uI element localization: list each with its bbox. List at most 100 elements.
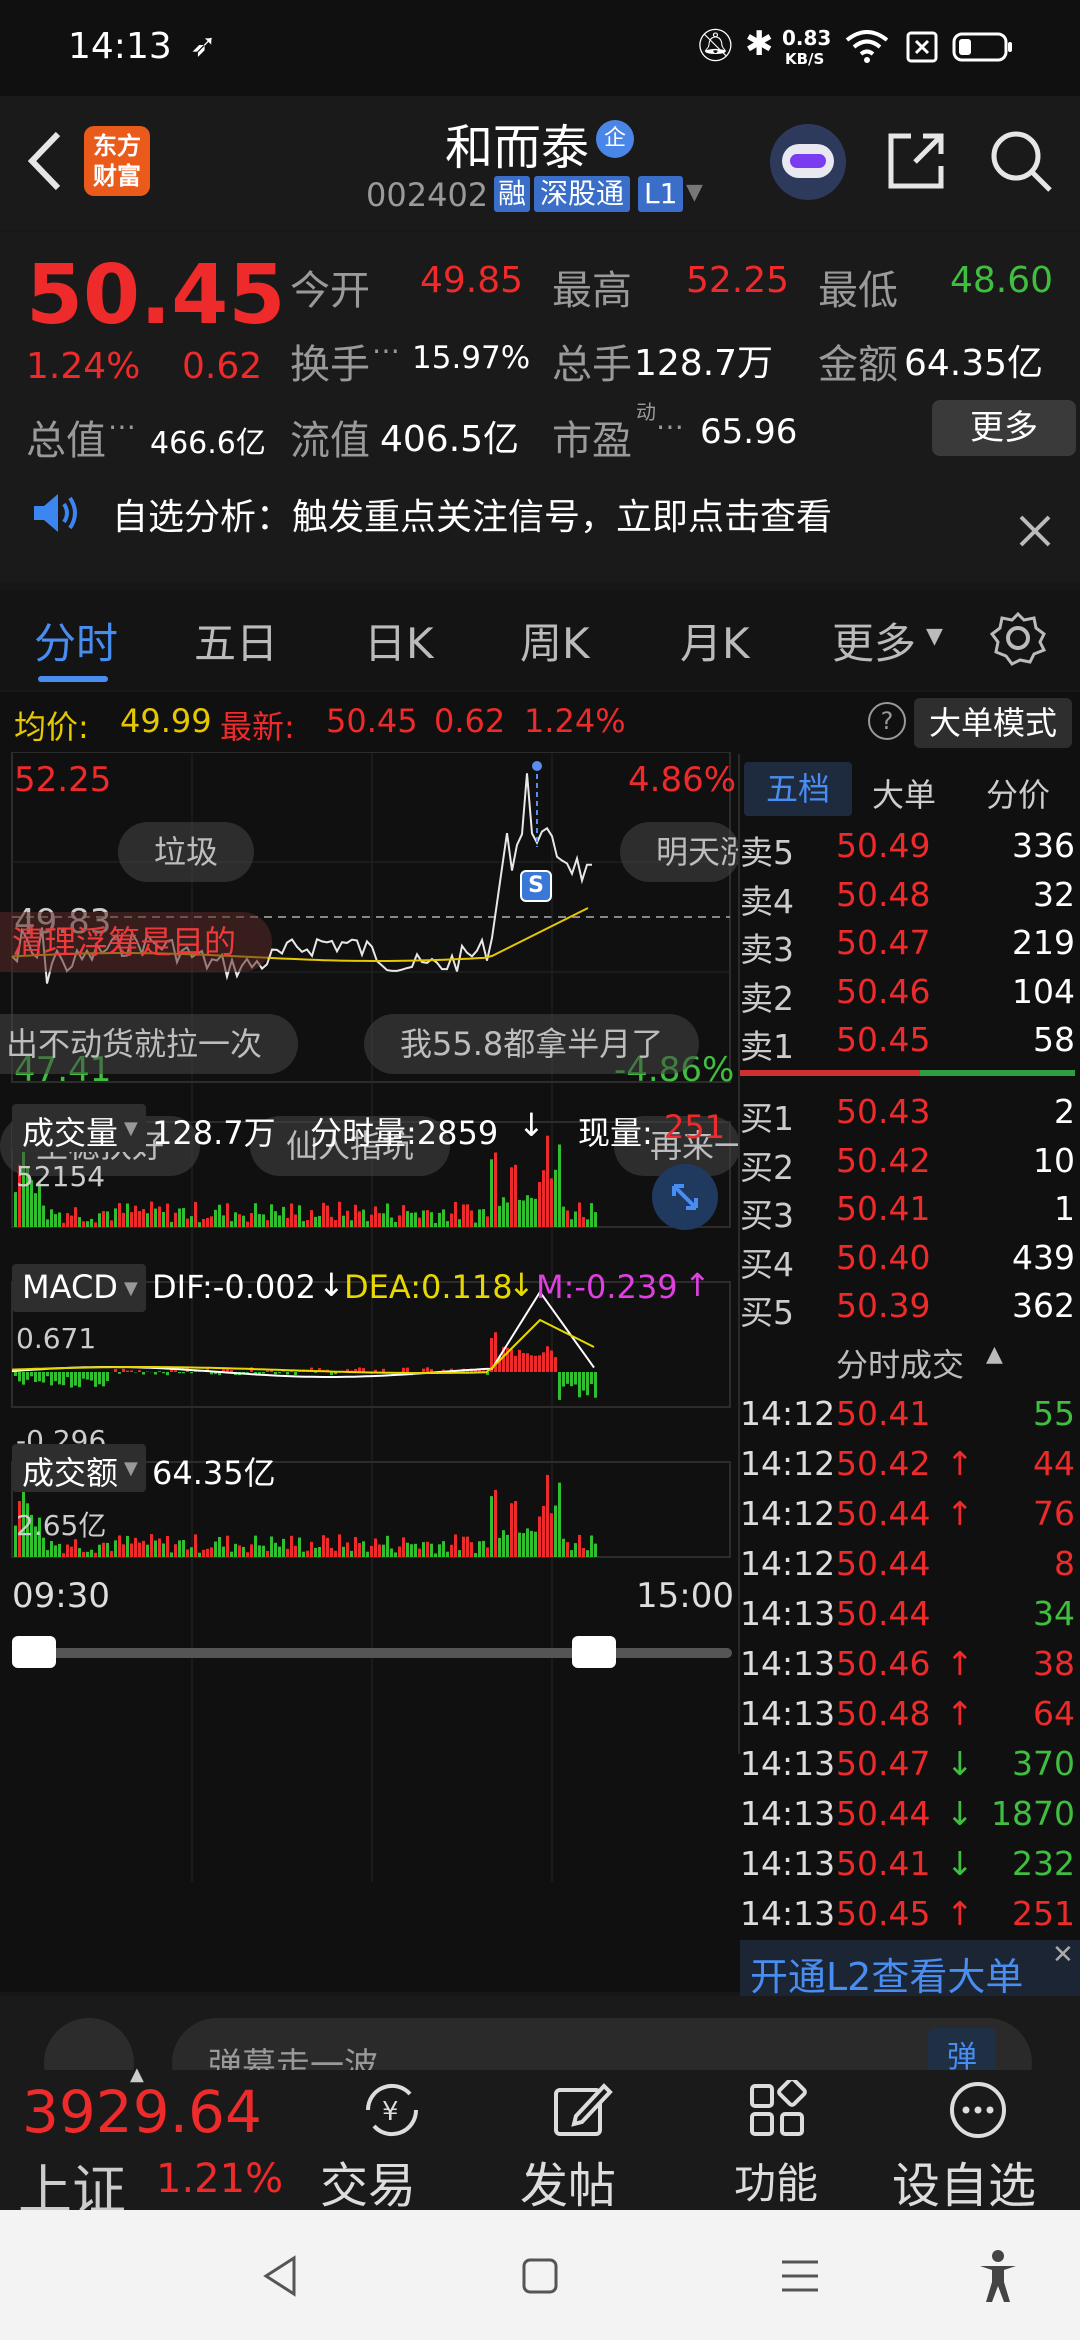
time-range-scrollbar[interactable] xyxy=(12,1648,732,1658)
amount-bar xyxy=(90,1549,93,1557)
volume-bar xyxy=(342,1215,345,1227)
tab-monthly-k[interactable]: 月K xyxy=(680,610,750,671)
ask-row: 卖3 50.47 219 xyxy=(740,923,1075,971)
l2-close-icon[interactable]: ✕ xyxy=(1052,1940,1074,1970)
tab-intraday[interactable]: 分时 xyxy=(34,610,118,671)
level-label: 买2 xyxy=(740,1147,794,1187)
level-dropdown-icon[interactable]: ▼ xyxy=(686,180,703,205)
comment-bubble[interactable]: 清理浮筹是目的 xyxy=(0,912,273,972)
amount-bar xyxy=(418,1548,421,1557)
level-label: 卖5 xyxy=(740,833,794,872)
gear-icon[interactable] xyxy=(990,610,1046,666)
trade-volume: 232 xyxy=(1012,1844,1075,1883)
macd-bar xyxy=(534,1355,537,1372)
amount-bar xyxy=(466,1536,469,1557)
search-icon[interactable] xyxy=(988,128,1054,194)
net-speed: 0.83 xyxy=(782,26,832,50)
expand-icon[interactable] xyxy=(652,1164,718,1230)
pe-info-icon[interactable]: ⋯ xyxy=(656,410,684,443)
amount-bar xyxy=(442,1541,445,1557)
sell-signal-marker[interactable]: S xyxy=(520,870,552,902)
tab-big-order[interactable]: 大单 xyxy=(872,770,936,816)
add-watchlist-button[interactable]: 设自选 xyxy=(890,2070,1080,2214)
sim-icon xyxy=(906,31,938,63)
big-order-mode-button[interactable]: 大单模式 xyxy=(914,698,1072,748)
range-handle-right[interactable] xyxy=(572,1636,616,1668)
tab-daily-k[interactable]: 日K xyxy=(364,610,434,671)
amount-bar xyxy=(334,1550,337,1557)
post-button[interactable]: 发帖 xyxy=(520,2070,660,2214)
volume-bar xyxy=(594,1212,597,1227)
volume-bar xyxy=(382,1213,385,1227)
trade-row: 14:13 50.47 ↓ 370 xyxy=(740,1744,1075,1794)
trade-row: 14:13 50.46 ↑ 38 xyxy=(740,1644,1075,1694)
volume-bar xyxy=(506,1202,509,1227)
more-button[interactable]: 更多 xyxy=(932,400,1076,456)
back-icon[interactable] xyxy=(24,130,64,192)
amount-bar xyxy=(70,1546,73,1557)
comment-bar: 弹幕走一波 弹 xyxy=(0,1996,1080,2108)
amount-bar xyxy=(550,1513,553,1557)
volume-bar xyxy=(78,1217,81,1227)
amount-bar xyxy=(126,1535,129,1557)
amount-axis-max: 2.65亿 xyxy=(16,1509,107,1542)
volume-bar xyxy=(346,1210,349,1227)
nav-back-icon[interactable] xyxy=(260,2254,300,2298)
level-label: 买3 xyxy=(740,1196,794,1235)
volume-bar xyxy=(358,1211,361,1227)
tab-weekly-k[interactable]: 周K xyxy=(520,610,590,671)
turnover-value: 15.97% xyxy=(412,340,531,376)
level-price: 50.41 xyxy=(836,1189,931,1228)
amount-bar xyxy=(154,1540,157,1557)
nav-menu-icon[interactable] xyxy=(780,2258,820,2294)
tab-more[interactable]: 更多 xyxy=(832,610,916,671)
volume-bar xyxy=(206,1217,209,1227)
macd-bar xyxy=(114,1368,117,1372)
turnover-info-icon[interactable]: ⋯ xyxy=(372,334,400,367)
high-label: 最高 xyxy=(552,268,632,314)
trades-collapse-icon[interactable]: ▲ xyxy=(986,1342,1003,1367)
amount-bar xyxy=(414,1543,417,1557)
comment-bubble[interactable]: 出不动货就拉一次 xyxy=(0,1014,299,1074)
comment-bubble[interactable]: 我55.8都拿半月了 xyxy=(364,1014,700,1074)
level-price: 50.42 xyxy=(836,1140,931,1180)
trade-volume: 55 xyxy=(1033,1394,1075,1433)
accessibility-icon[interactable] xyxy=(976,2248,1020,2304)
macd-bar xyxy=(142,1372,145,1375)
help-icon[interactable]: ? xyxy=(868,702,906,740)
index-ticker[interactable]: ▲ 3929.64 上证 1.21% xyxy=(0,2064,300,2222)
assistant-robot-icon[interactable] xyxy=(770,124,846,200)
volume-bar xyxy=(254,1203,257,1227)
volume-bar xyxy=(334,1220,337,1227)
trade-row: 14:12 50.41 55 xyxy=(740,1394,1075,1444)
analysis-notice[interactable]: 自选分析：触发重点关注信号，立即点击查看 xyxy=(0,470,1080,582)
function-button[interactable]: 功能 xyxy=(728,2070,838,2210)
tab-five-day[interactable]: 五日 xyxy=(194,610,278,671)
mktcap-info-icon[interactable]: ⋯ xyxy=(108,410,136,443)
trade-button[interactable]: ¥ 交易 xyxy=(320,2070,460,2214)
l2-banner[interactable]: 开通L2查看大单 ✕ xyxy=(740,1940,1080,1999)
chart-last-price: 50.45 xyxy=(326,702,418,740)
trades-title[interactable]: 分时成交 xyxy=(836,1340,964,1386)
volume-bar xyxy=(198,1222,201,1227)
range-handle-left[interactable] xyxy=(12,1636,56,1668)
comment-bubble[interactable]: 明天涨 xyxy=(620,822,740,882)
nav-home-icon[interactable] xyxy=(520,2256,560,2296)
volume-bar xyxy=(562,1206,565,1227)
volume-bar xyxy=(530,1198,533,1227)
price-axis-top-pct: 4.86% xyxy=(628,760,737,800)
level-volume: 104 xyxy=(1012,971,1075,1011)
tab-five-level[interactable]: 五档 xyxy=(744,762,852,816)
amount-bar xyxy=(434,1553,437,1557)
stock-header: 东方 财富 和而泰 企 002402 融 深股通 L1 ▼ xyxy=(0,96,1080,230)
amount-bar xyxy=(358,1543,361,1557)
tab-price-volume[interactable]: 分价 xyxy=(986,770,1050,816)
share-icon[interactable] xyxy=(885,130,947,192)
comment-bubble[interactable]: 垃圾 xyxy=(118,822,255,882)
close-icon[interactable] xyxy=(1018,514,1052,548)
macd-bar xyxy=(30,1372,33,1377)
macd-bar xyxy=(294,1372,297,1375)
volume-bar xyxy=(170,1221,173,1227)
volume-bar xyxy=(462,1204,465,1227)
macd-bar xyxy=(98,1372,101,1385)
